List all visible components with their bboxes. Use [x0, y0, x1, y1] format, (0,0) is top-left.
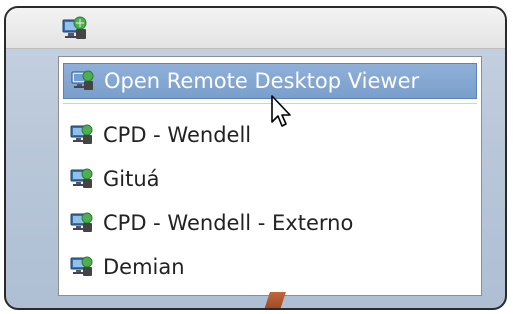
remote-desktop-icon	[69, 167, 95, 191]
menu-item-label: Demian	[103, 255, 185, 279]
remote-desktop-icon	[69, 255, 95, 279]
menu-item-connection[interactable]: Gituá	[63, 161, 477, 197]
menu-item-label: CPD - Wendell	[103, 123, 252, 147]
menu-item-connection[interactable]: Demian	[63, 249, 477, 285]
screenshot-frame: Open Remote Desktop Viewer CPD - Wendell	[4, 6, 507, 310]
top-panel	[6, 8, 505, 49]
remote-desktop-menu: Open Remote Desktop Viewer CPD - Wendell	[58, 56, 482, 296]
remote-desktop-icon	[69, 123, 95, 147]
remote-desktop-icon	[70, 69, 96, 93]
menu-item-connection[interactable]: CPD - Wendell - Externo	[63, 205, 477, 241]
remote-desktop-icon[interactable]	[60, 14, 90, 42]
menu-item-label: Gituá	[103, 167, 160, 191]
remote-desktop-icon	[69, 211, 95, 235]
menu-item-label: CPD - Wendell - Externo	[103, 211, 354, 235]
menu-item-label: Open Remote Desktop Viewer	[104, 69, 420, 93]
mouse-pointer-icon	[271, 95, 291, 127]
